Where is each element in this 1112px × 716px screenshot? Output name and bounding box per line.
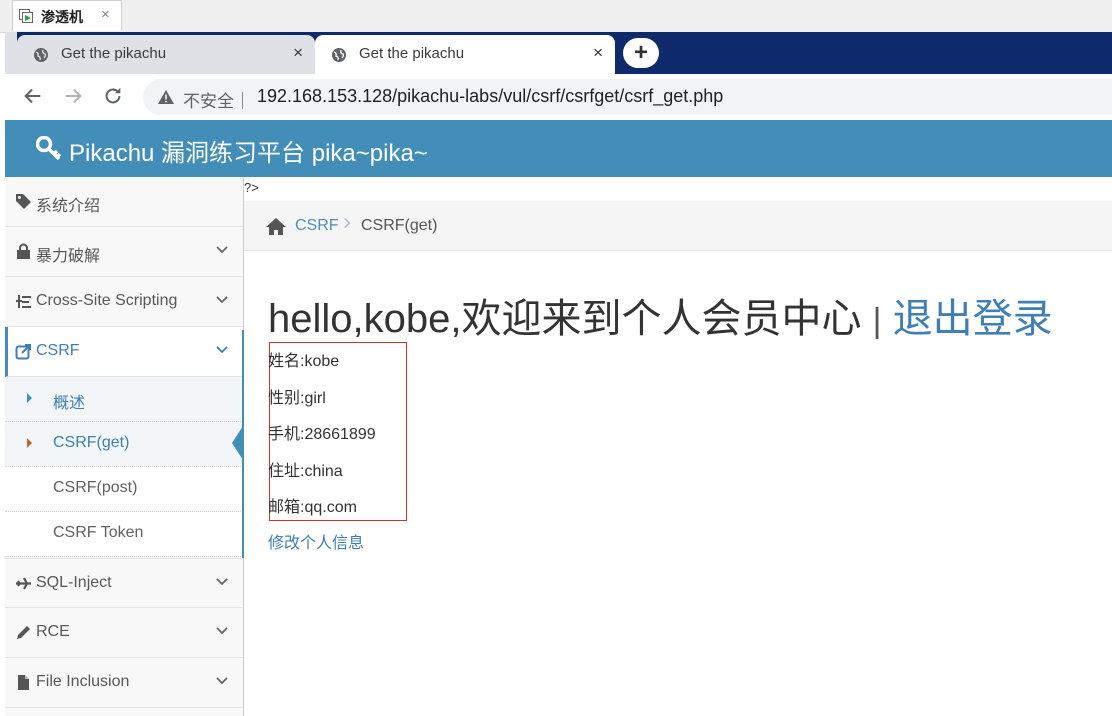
sidebar-item-sqli[interactable]: SQL-Inject <box>5 558 243 608</box>
sidebar-subitem-label: CSRF(get) <box>53 434 130 451</box>
vm-play-icon <box>19 9 33 23</box>
breadcrumb-separator-icon <box>343 216 352 234</box>
pencil-icon <box>17 626 30 639</box>
globe-icon <box>332 48 346 62</box>
sidebar-item-label: SQL-Inject <box>36 574 112 591</box>
tab-close-icon[interactable]: × <box>293 43 303 63</box>
greeting-text: hello,kobe,欢迎来到个人会员中心 <box>268 297 862 341</box>
sidebar-item-label: 系统介绍 <box>36 198 101 215</box>
chevron-down-icon <box>216 677 228 685</box>
vm-title: 渗透机 <box>41 9 83 25</box>
breadcrumb-csrf-link[interactable]: CSRF <box>295 217 339 235</box>
sidebar-item-rce[interactable]: RCE <box>5 608 243 658</box>
tab-close-icon[interactable]: × <box>593 43 603 63</box>
logout-link[interactable]: 退出登录 <box>893 297 1053 341</box>
lock-icon <box>17 243 30 259</box>
reload-button[interactable] <box>99 82 127 110</box>
info-address: 住址:china <box>268 463 343 480</box>
back-button[interactable] <box>19 82 47 110</box>
list-icon <box>16 295 31 308</box>
share-icon <box>15 344 31 360</box>
sidebar-item-label: File Inclusion <box>36 673 130 690</box>
sidebar-item-xss[interactable]: Cross-Site Scripting <box>5 277 243 327</box>
page-title: hello,kobe,欢迎来到个人会员中心 | 退出登录 <box>268 286 1053 344</box>
site-brand[interactable]: Pikachu 漏洞练习平台 pika~pika~ <box>69 133 428 168</box>
sidebar-subitem-csrf-post[interactable]: CSRF(post) <box>5 467 243 512</box>
navigation-bar: 不安全｜ 192.168.153.128/pikachu-labs/vul/cs… <box>5 74 1112 121</box>
breadcrumb: CSRF CSRF(get) <box>244 201 1112 251</box>
sidebar-item-label: RCE <box>36 623 70 640</box>
caret-right-icon <box>27 438 32 448</box>
back-arrow-icon <box>24 88 41 104</box>
chevron-down-icon <box>216 296 228 304</box>
globe-icon <box>34 48 48 62</box>
vm-tab[interactable]: 渗透机 × <box>12 0 122 31</box>
url-text[interactable]: 192.168.153.128/pikachu-labs/vul/csrf/cs… <box>257 86 723 107</box>
security-label[interactable]: 不安全｜ <box>183 87 251 112</box>
sidebar-item-label: Cross-Site Scripting <box>36 292 178 309</box>
site-header: Pikachu 漏洞练习平台 pika~pika~ <box>5 120 1112 177</box>
new-tab-button[interactable]: + <box>623 38 659 68</box>
chevron-down-icon <box>216 627 228 635</box>
sidebar-subitem-csrf-token[interactable]: CSRF Token <box>5 512 243 557</box>
sidebar-item-label: 暴力破解 <box>36 248 101 265</box>
info-name: 姓名:kobe <box>268 353 340 370</box>
sidebar-item-label: CSRF <box>36 342 80 359</box>
browser-tab-strip: Get the pikachu × Get the pikachu × <box>5 32 1112 74</box>
chevron-down-icon <box>216 246 228 254</box>
reload-icon <box>105 87 121 104</box>
sidebar-subitem-overview[interactable]: 概述 <box>5 377 243 422</box>
sidebar-item-csrf[interactable]: CSRF <box>5 327 243 377</box>
sidebar: 系统介绍 暴力破解 Cross-Site Scripting CSRF 概述 C… <box>5 177 244 716</box>
title-divider: | <box>872 302 882 340</box>
sidebar-subitem-label: 概述 <box>53 395 86 412</box>
sidebar-item-file-inclusion[interactable]: File Inclusion <box>5 658 243 708</box>
info-gender: 性别:girl <box>268 390 326 407</box>
breadcrumb-current: CSRF(get) <box>361 217 438 234</box>
info-email: 邮箱:qq.com <box>268 499 357 516</box>
chevron-down-icon <box>216 346 228 354</box>
tab-title: Get the pikachu <box>61 45 167 62</box>
edit-profile-link[interactable]: 修改个人信息 <box>268 529 364 553</box>
address-bar[interactable]: 不安全｜ 192.168.153.128/pikachu-labs/vul/cs… <box>143 79 1112 115</box>
chevron-down-icon <box>216 578 228 586</box>
vm-title-bar: 渗透机 × <box>0 0 1112 33</box>
sidebar-subitem-label: CSRF(post) <box>53 479 138 496</box>
tab-title: Get the pikachu <box>359 45 465 62</box>
sidebar-subitem-label: CSRF Token <box>53 524 144 541</box>
sidebar-item-intro[interactable]: 系统介绍 <box>5 177 243 227</box>
forward-button[interactable] <box>59 82 87 110</box>
php-tag-leak: ?> <box>244 180 259 195</box>
file-icon <box>18 675 29 690</box>
sidebar-item-bruteforce[interactable]: 暴力破解 <box>5 227 243 277</box>
tags-icon <box>16 194 31 209</box>
sidebar-subitem-csrf-get[interactable]: CSRF(get) <box>5 422 243 467</box>
browser-tab-1[interactable]: Get the pikachu × <box>17 35 315 74</box>
active-item-arrow <box>232 426 243 460</box>
key-icon <box>36 136 62 161</box>
browser-tab-2-active[interactable]: Get the pikachu × <box>315 35 615 74</box>
forward-arrow-icon <box>65 88 82 104</box>
plane-icon <box>16 577 31 590</box>
vm-close-icon[interactable]: × <box>101 6 110 23</box>
home-icon[interactable] <box>265 217 287 236</box>
info-phone: 手机:28661899 <box>268 426 376 443</box>
caret-right-icon <box>27 393 32 403</box>
warning-icon <box>158 90 174 104</box>
